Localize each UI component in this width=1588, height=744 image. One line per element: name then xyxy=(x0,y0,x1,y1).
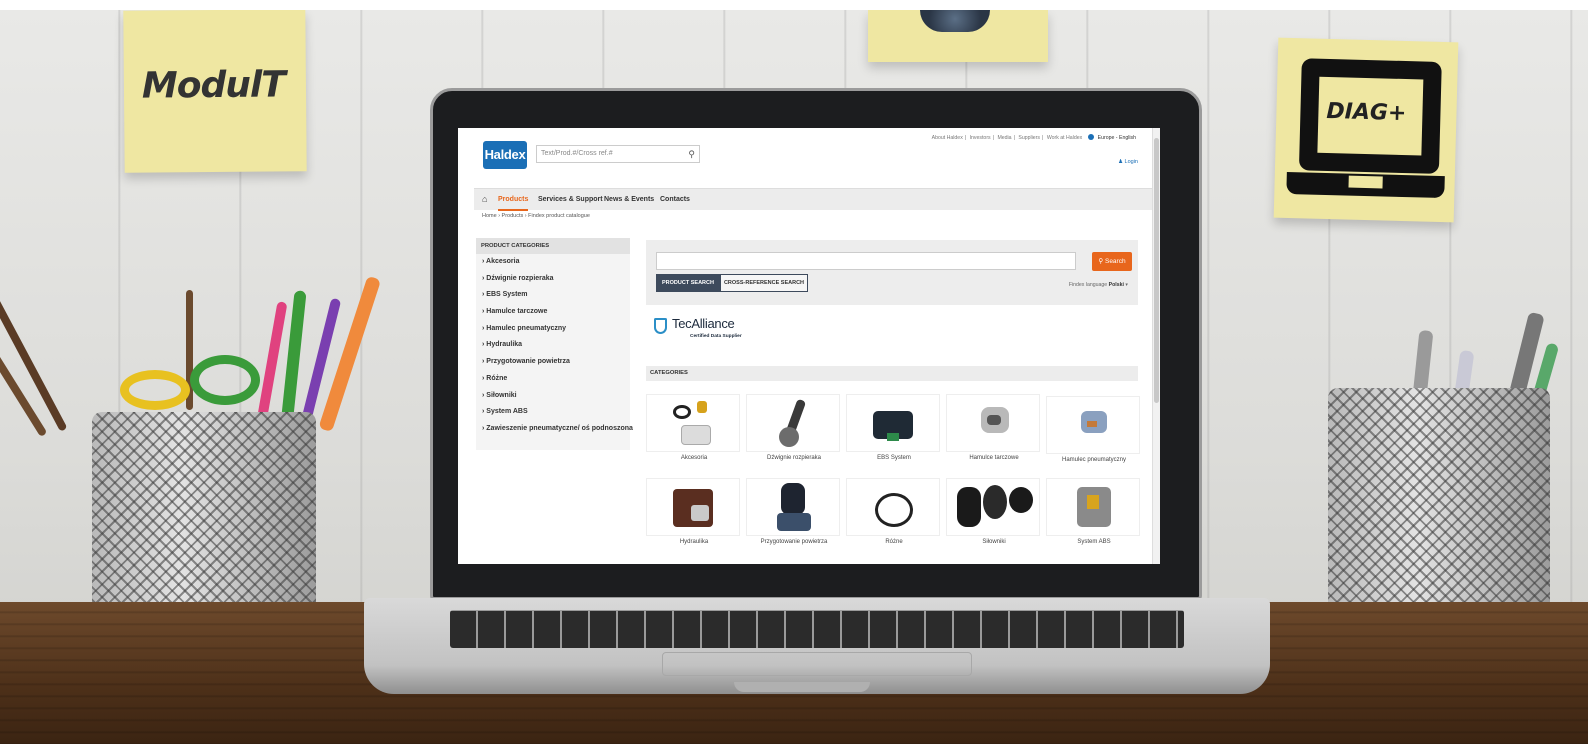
sticky-note-part xyxy=(868,10,1048,62)
sidebar-item-akcesoria[interactable]: › Akcesoria xyxy=(476,254,630,271)
link-about[interactable]: About Haldex xyxy=(932,135,963,141)
sticky-note-modult: ModulT xyxy=(123,10,307,173)
findex-search-panel: ⚲ Search PRODUCT SEARCH CROSS-REFERENCE … xyxy=(646,240,1138,305)
nav-services-support[interactable]: Services & Support xyxy=(538,189,603,211)
sidebar-item-hydraulika[interactable]: › Hydraulika xyxy=(476,337,630,354)
category-image xyxy=(846,478,940,536)
sticky-note-diag: DIAG+ xyxy=(1273,37,1459,223)
category-image xyxy=(946,478,1040,536)
category-image xyxy=(746,478,840,536)
sidebar-item-abs[interactable]: › System ABS xyxy=(476,404,630,421)
laptop-keyboard xyxy=(450,610,1184,648)
sidebar-title: PRODUCT CATEGORIES xyxy=(476,238,630,254)
laptop-base xyxy=(364,598,1270,694)
link-investors[interactable]: Investors xyxy=(970,135,991,141)
category-tile-akcesoria[interactable]: Akcesoria xyxy=(646,394,742,461)
sidebar-item-hamulce-tarczowe[interactable]: › Hamulce tarczowe xyxy=(476,304,630,321)
breadcrumb[interactable]: Home › Products › Findex product catalog… xyxy=(482,213,590,219)
search-button[interactable]: ⚲ Search xyxy=(1092,252,1132,271)
nav-news-events[interactable]: News & Events xyxy=(604,189,654,211)
category-tile-rozne[interactable]: Różne xyxy=(846,478,942,545)
category-image xyxy=(1046,478,1140,536)
laptop-screen-website: Haldex Text/Prod.#/Cross ref.# ⚲ About H… xyxy=(458,128,1160,564)
search-icon[interactable]: ⚲ xyxy=(688,148,695,160)
sidebar-item-rozne[interactable]: › Różne xyxy=(476,371,630,388)
categories-title: CATEGORIES xyxy=(646,366,1138,381)
category-tile-przygotowanie[interactable]: Przygotowanie powietrza xyxy=(746,478,842,545)
category-image xyxy=(746,394,840,452)
haldex-logo[interactable]: Haldex xyxy=(483,141,527,169)
category-image xyxy=(646,394,740,452)
laptop-trackpad xyxy=(662,652,972,676)
header-search-input[interactable]: Text/Prod.#/Cross ref.# ⚲ xyxy=(536,145,700,163)
diag-laptop-icon: DIAG+ xyxy=(1298,58,1442,174)
main-nav: ⌂ Products Services & Support News & Eve… xyxy=(474,188,1152,211)
category-tile-hydraulika[interactable]: Hydraulika xyxy=(646,478,742,545)
sidebar-item-hamulec-pneumatyczny[interactable]: › Hamulec pneumatyczny xyxy=(476,321,630,338)
nav-contacts[interactable]: Contacts xyxy=(660,189,690,211)
valve-part-image xyxy=(920,10,990,32)
findex-search-input[interactable] xyxy=(656,252,1076,270)
category-image xyxy=(846,394,940,452)
tecalliance-name: TecAlliance xyxy=(672,316,735,331)
sidebar-item-silowniki[interactable]: › Siłowniki xyxy=(476,388,630,405)
modult-logo: ModulT xyxy=(141,64,285,107)
region-selector[interactable]: Europe - English xyxy=(1087,134,1138,141)
category-image xyxy=(1046,396,1140,454)
dropdown-arrow-icon: ▾ xyxy=(1125,282,1128,288)
category-tile-abs[interactable]: System ABS xyxy=(1046,478,1142,545)
sidebar-item-ebs[interactable]: › EBS System xyxy=(476,287,630,304)
nav-products[interactable]: Products xyxy=(498,189,529,211)
category-image xyxy=(946,394,1040,452)
link-work[interactable]: Work at Haldex xyxy=(1047,135,1082,141)
tecalliance-tagline: Certified Data Supplier xyxy=(690,334,742,339)
sidebar-item-przygotowanie[interactable]: › Przygotowanie powietrza xyxy=(476,354,630,371)
sidebar-item-zawieszenie[interactable]: › Zawieszenie pneumatyczne/ oś podnoszon… xyxy=(476,421,633,438)
top-links: About Haldex | Investors | Media | Supplier… xyxy=(931,134,1138,141)
language-select[interactable]: Findex language Polski ▾ xyxy=(1069,282,1128,288)
link-media[interactable]: Media xyxy=(997,135,1011,141)
category-tile-hamulce-tarczowe[interactable]: Hamulce tarczowe xyxy=(946,394,1042,461)
category-tile-hamulec-pneumatyczny[interactable]: Hamulec pneumatyczny xyxy=(1046,396,1142,463)
category-image xyxy=(646,478,740,536)
home-icon[interactable]: ⌂ xyxy=(482,189,487,211)
category-tile-ebs[interactable]: EBS System xyxy=(846,394,942,461)
login-link[interactable]: ♟ Login xyxy=(1118,159,1138,165)
link-suppliers[interactable]: Suppliers xyxy=(1018,135,1040,141)
page-scrollbar[interactable] xyxy=(1152,128,1160,564)
category-tile-silowniki[interactable]: Siłowniki xyxy=(946,478,1042,545)
sidebar-item-dzwignie[interactable]: › Dźwignie rozpieraka xyxy=(476,271,630,288)
globe-icon xyxy=(1087,134,1094,140)
product-categories-sidebar: PRODUCT CATEGORIES › Akcesoria › Dźwigni… xyxy=(476,238,633,450)
search-icon: ⚲ xyxy=(1098,258,1105,265)
tab-cross-reference-search[interactable]: CROSS-REFERENCE SEARCH xyxy=(720,274,808,292)
diag-logo: DIAG+ xyxy=(1326,98,1407,127)
category-tile-dzwignie[interactable]: Dźwignie rozpieraka xyxy=(746,394,842,461)
tecalliance-shield-icon xyxy=(654,318,667,334)
tab-product-search[interactable]: PRODUCT SEARCH xyxy=(656,274,720,292)
